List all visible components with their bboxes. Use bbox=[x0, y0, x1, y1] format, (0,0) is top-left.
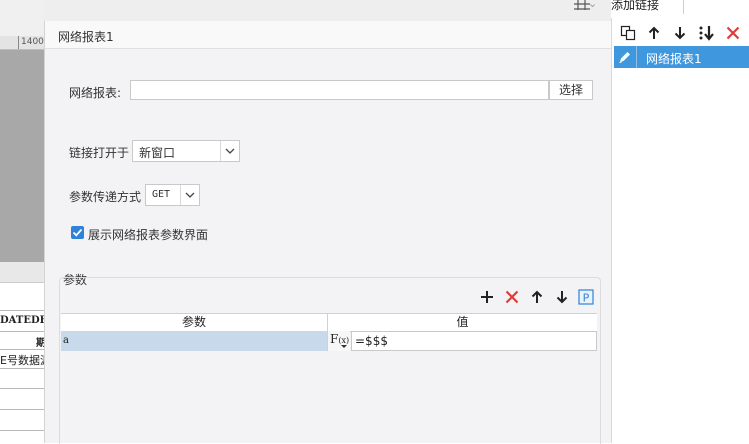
horizontal-ruler: 1400 bbox=[0, 36, 44, 50]
method-dropdown[interactable]: GET bbox=[145, 184, 200, 206]
sheet-row bbox=[0, 369, 44, 389]
show-params-checkbox[interactable] bbox=[71, 226, 84, 239]
sheet-row: 期 bbox=[0, 332, 46, 350]
formula-button[interactable]: F(x) bbox=[328, 331, 350, 351]
dialog-title: 网络报表1 bbox=[58, 30, 114, 44]
caret-down-icon bbox=[341, 345, 347, 348]
link-item-label: 网络报表1 bbox=[646, 52, 702, 66]
chevron-down-icon bbox=[220, 141, 239, 161]
open-in-label: 链接打开于 bbox=[69, 146, 130, 160]
edit-pencil-icon bbox=[614, 46, 637, 68]
p-icon[interactable]: P bbox=[578, 289, 594, 305]
column-header-param[interactable]: 参数 bbox=[61, 314, 328, 331]
copy-icon[interactable] bbox=[620, 25, 636, 41]
add-icon[interactable] bbox=[479, 289, 495, 305]
hyperlink-dialog: 网络报表1 网络报表: 选择 链接打开于 新窗口 参数传递方式 GET 展示网络… bbox=[44, 21, 612, 444]
param-name-cell[interactable]: a bbox=[61, 331, 328, 351]
sort-icon[interactable] bbox=[698, 25, 714, 41]
check-icon bbox=[72, 228, 83, 237]
table-header: 参数 值 bbox=[61, 313, 597, 332]
delete-icon[interactable] bbox=[725, 25, 741, 41]
move-down-icon[interactable] bbox=[672, 25, 688, 41]
grid-icon[interactable] bbox=[573, 0, 591, 13]
link-toolbar bbox=[612, 22, 749, 44]
report-input[interactable] bbox=[130, 80, 549, 100]
method-label: 参数传递方式 bbox=[69, 190, 142, 204]
method-value: GET bbox=[152, 189, 171, 200]
sheet-row: DATEDEI bbox=[0, 311, 52, 332]
sheet-row bbox=[0, 389, 44, 410]
report-label: 网络报表: bbox=[69, 86, 122, 100]
sheet-row bbox=[0, 410, 44, 431]
table-row[interactable]: a F(x) =$$$ bbox=[61, 331, 597, 351]
link-list-panel: 网络报表1 bbox=[611, 18, 749, 443]
report-sheet: DATEDEI 期 E号数据源 bbox=[0, 283, 52, 443]
move-up-icon[interactable] bbox=[529, 289, 545, 305]
open-in-value: 新窗口 bbox=[139, 146, 176, 160]
tab-divider bbox=[683, 0, 684, 14]
param-name-text: a bbox=[63, 335, 69, 346]
move-down-icon[interactable] bbox=[554, 289, 570, 305]
param-value-text: =$$$ bbox=[355, 334, 388, 348]
sheet-row: E号数据源 bbox=[0, 350, 51, 369]
link-list-item[interactable]: 网络报表1 bbox=[614, 46, 749, 68]
tab-add-link[interactable]: 添加链接 bbox=[611, 0, 659, 13]
sheet-row bbox=[0, 283, 44, 311]
chevron-down-icon bbox=[180, 185, 199, 205]
show-params-label: 展示网络报表参数界面 bbox=[88, 228, 209, 242]
open-in-dropdown[interactable]: 新窗口 bbox=[132, 140, 240, 162]
fx-sub-label: (x) bbox=[338, 336, 350, 345]
title-strip: ⌄ bbox=[44, 0, 611, 21]
fx-icon: F(x) bbox=[330, 332, 349, 346]
delete-icon[interactable] bbox=[504, 289, 520, 305]
param-value-input[interactable]: =$$$ bbox=[351, 331, 597, 351]
background-toolbar bbox=[0, 0, 44, 36]
design-canvas bbox=[0, 50, 44, 262]
ruler-label: 1400 bbox=[18, 36, 44, 49]
dialog-header: 网络报表1 bbox=[45, 21, 612, 49]
svg-text:P: P bbox=[583, 292, 590, 305]
sheet-strip bbox=[0, 262, 44, 283]
move-up-icon[interactable] bbox=[646, 25, 662, 41]
column-header-value[interactable]: 值 bbox=[328, 314, 597, 331]
select-button[interactable]: 选择 bbox=[549, 80, 593, 100]
